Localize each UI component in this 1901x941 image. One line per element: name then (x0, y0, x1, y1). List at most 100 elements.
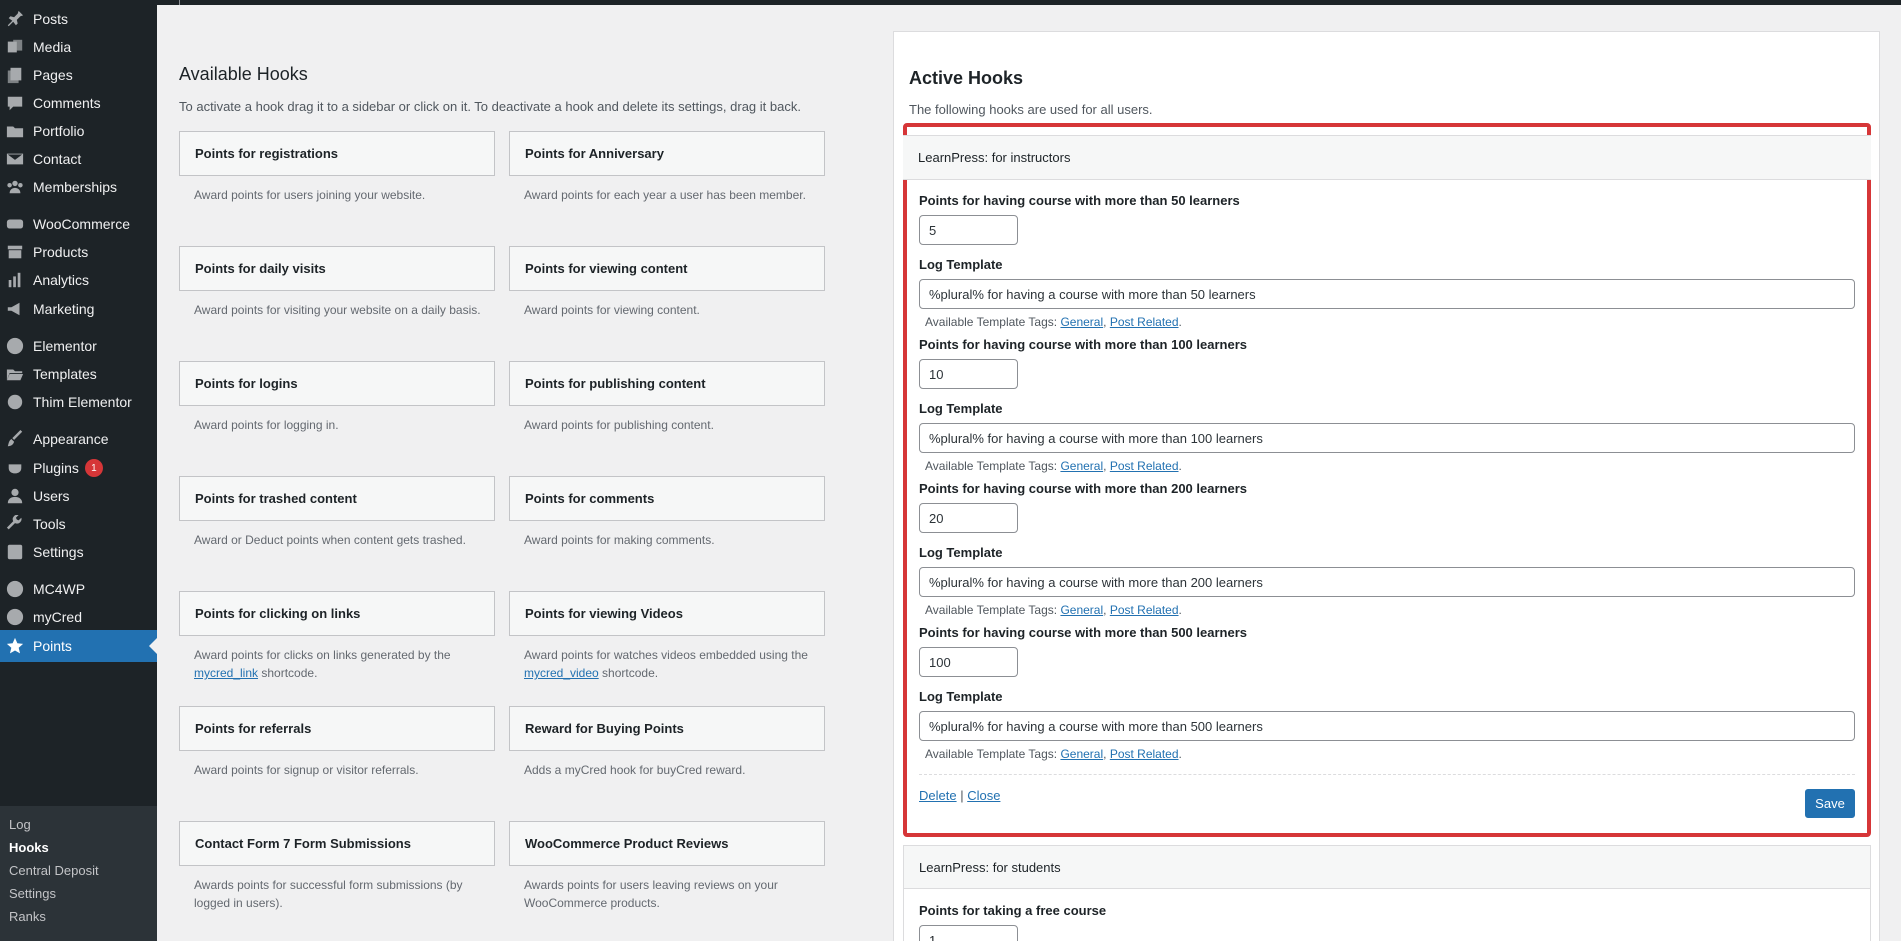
delete-link[interactable]: Delete (919, 788, 957, 803)
log-template-label: Log Template (919, 257, 1003, 272)
hook-description-text: Awards points for successful form submis… (194, 878, 463, 892)
star-icon (5, 636, 25, 656)
available-hook[interactable]: Points for comments (509, 476, 825, 521)
hook-description: Award points for making comments. (509, 531, 825, 549)
shortcode-link[interactable]: mycred_video (524, 666, 599, 680)
hook-description-text: Award points for viewing content. (524, 303, 700, 317)
sidebar-item-label: Plugins (33, 460, 79, 476)
sidebar-item-analytics[interactable]: Analytics (0, 264, 157, 296)
sidebar-item-mycred[interactable]: myCred (0, 601, 157, 633)
sidebar-item-label: Users (33, 488, 70, 504)
available-hook[interactable]: Points for viewing content (509, 246, 825, 291)
post-related-tags-link[interactable]: Post Related (1110, 603, 1179, 617)
log-template-label: Log Template (919, 401, 1003, 416)
available-hook[interactable]: Points for referrals (179, 706, 495, 751)
submenu-log[interactable]: Log (9, 817, 31, 832)
students-hook-header[interactable]: LearnPress: for students (903, 845, 1871, 889)
hook-description-text: Award points for signup or visitor refer… (194, 763, 419, 777)
sidebar-item-marketing[interactable]: Marketing (0, 293, 157, 325)
hook-description-text: Award points for each year a user has be… (524, 188, 806, 202)
log-template-label: Log Template (919, 689, 1003, 704)
hook-description-text: logged in users). (194, 896, 283, 910)
sidebar-item-label: MC4WP (33, 581, 86, 597)
form-divider (919, 774, 1855, 775)
available-hook[interactable]: Points for logins (179, 361, 495, 406)
sidebar-item-label: Posts (33, 11, 69, 27)
template-tags-prefix: Available Template Tags: (925, 747, 1058, 761)
submenu-settings[interactable]: Settings (9, 886, 56, 901)
top-admin-bar (157, 0, 1901, 5)
hook-description: Award points for users joining your webs… (179, 186, 495, 204)
points-amount-input[interactable]: 100 (919, 647, 1018, 677)
folder-icon (5, 121, 25, 141)
free-course-points-input[interactable]: 1 (919, 925, 1018, 941)
available-hook[interactable]: Points for daily visits (179, 246, 495, 291)
log-template-label: Log Template (919, 545, 1003, 560)
available-hook[interactable]: WooCommerce Product Reviews (509, 821, 825, 866)
sidebar-item-label: Comments (33, 95, 101, 111)
general-tags-link[interactable]: General (1060, 459, 1103, 473)
hook-description-text: Award points for users joining your webs… (194, 188, 426, 202)
folder-open-icon (5, 364, 25, 384)
available-hook[interactable]: Points for publishing content (509, 361, 825, 406)
log-template-input[interactable]: %plural% for having a course with more t… (919, 711, 1855, 741)
points-amount-input[interactable]: 10 (919, 359, 1018, 389)
active-hooks-description: The following hooks are used for all use… (909, 102, 1153, 117)
hook-description-text: Award points for logging in. (194, 418, 339, 432)
sidebar-item-thim-elementor[interactable]: Thim Elementor (0, 386, 157, 418)
sidebar-item-label: Points (33, 638, 72, 654)
save-button[interactable]: Save (1805, 789, 1855, 818)
hook-description: Awards points for users leaving reviews … (509, 876, 825, 912)
general-tags-link[interactable]: General (1060, 603, 1103, 617)
sidebar-item-settings[interactable]: Settings (0, 536, 157, 568)
sidebar-item-memberships[interactable]: Memberships (0, 171, 157, 203)
hook-description: Award or Deduct points when content gets… (179, 531, 495, 549)
shortcode-link[interactable]: mycred_link (194, 666, 258, 680)
close-link[interactable]: Close (967, 788, 1000, 803)
available-hook[interactable]: Points for trashed content (179, 476, 495, 521)
instructors-hook-header[interactable]: LearnPress: for instructors (903, 135, 1871, 180)
available-hook[interactable]: Points for viewing Videos (509, 591, 825, 636)
log-template-input[interactable]: %plural% for having a course with more t… (919, 567, 1855, 597)
sidebar-item-label: Media (33, 39, 72, 55)
sidebar-item-appearance[interactable]: Appearance (0, 423, 157, 455)
submenu-central-deposit[interactable]: Central Deposit (9, 863, 99, 878)
available-hook[interactable]: Points for clicking on links (179, 591, 495, 636)
wrench-icon (5, 514, 25, 534)
points-amount-input[interactable]: 20 (919, 503, 1018, 533)
available-hook[interactable]: Points for Anniversary (509, 131, 825, 176)
submenu-hooks[interactable]: Hooks (9, 840, 49, 855)
post-related-tags-link[interactable]: Post Related (1110, 315, 1179, 329)
pin-icon (5, 9, 25, 29)
plugin-icon (5, 458, 25, 478)
general-tags-link[interactable]: General (1060, 315, 1103, 329)
hook-description: Award points for clicks on links generat… (179, 646, 495, 682)
sidebar-item-label: Thim Elementor (33, 394, 132, 410)
post-related-tags-link[interactable]: Post Related (1110, 459, 1179, 473)
sidebar-item-label: Appearance (33, 431, 109, 447)
groups-icon (5, 177, 25, 197)
hook-description: Award points for each year a user has be… (509, 186, 825, 204)
log-template-input[interactable]: %plural% for having a course with more t… (919, 279, 1855, 309)
template-tags-prefix: Available Template Tags: (925, 603, 1058, 617)
template-tags-line: Available Template Tags: General, Post R… (925, 747, 1182, 761)
available-hooks-title: Available Hooks (179, 64, 308, 84)
sidebar-item-label: Pages (33, 67, 73, 83)
hook-description-text: Award points for visiting your website o… (194, 303, 481, 317)
post-related-tags-link[interactable]: Post Related (1110, 747, 1179, 761)
hook-description-text: WooCommerce products. (524, 896, 660, 910)
hook-description: Award points for publishing content. (509, 416, 825, 434)
hook-description-text: Awards points for users leaving reviews … (524, 878, 778, 892)
sidebar-item-points[interactable]: Points (0, 630, 157, 662)
submenu-ranks[interactable]: Ranks (9, 909, 46, 924)
log-template-input[interactable]: %plural% for having a course with more t… (919, 423, 1855, 453)
points-amount-input[interactable]: 5 (919, 215, 1018, 245)
hook-description: Award points for viewing content. (509, 301, 825, 319)
general-tags-link[interactable]: General (1060, 747, 1103, 761)
available-hook[interactable]: Reward for Buying Points (509, 706, 825, 751)
update-count-badge: 1 (84, 459, 103, 477)
user-icon (5, 486, 25, 506)
available-hook[interactable]: Contact Form 7 Form Submissions (179, 821, 495, 866)
points-field-label: Points for having course with more than … (919, 625, 1247, 640)
available-hook[interactable]: Points for registrations (179, 131, 495, 176)
